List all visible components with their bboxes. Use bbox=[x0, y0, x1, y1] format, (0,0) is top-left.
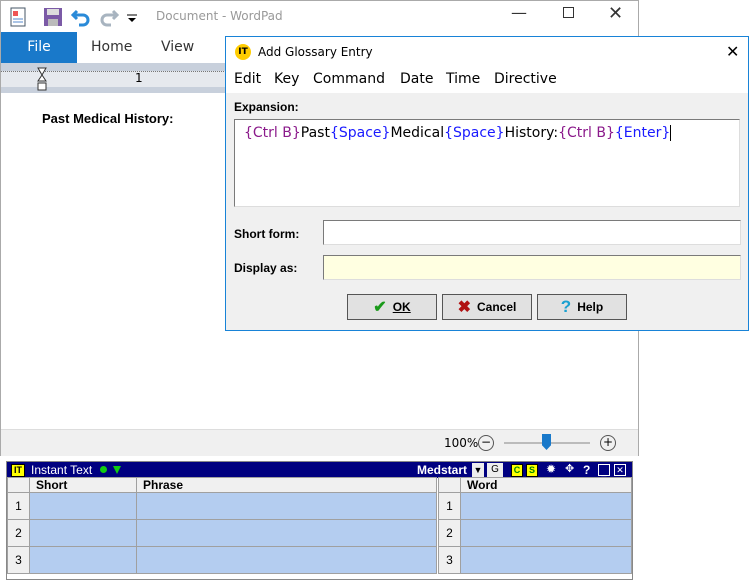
menu-date[interactable]: Date bbox=[400, 71, 433, 87]
table-row[interactable]: 1 bbox=[7, 492, 437, 520]
checkmark-icon: ✔ bbox=[373, 299, 387, 316]
expansion-token: {Ctrl B} bbox=[558, 125, 615, 141]
instant-text-title: Instant Text bbox=[31, 463, 93, 477]
c-button[interactable]: C bbox=[511, 464, 523, 477]
table-row[interactable]: 1 bbox=[438, 492, 632, 520]
expansion-input[interactable]: {Ctrl B}Past{Space}Medical{Space}History… bbox=[234, 119, 740, 207]
table-row[interactable]: 3 bbox=[438, 546, 632, 574]
x-icon: ✖ bbox=[457, 299, 472, 316]
maximize-button[interactable] bbox=[563, 7, 574, 18]
expansion-token: {Space} bbox=[329, 125, 391, 141]
column-phrase[interactable]: Phrase bbox=[136, 477, 437, 493]
window-title: Document - WordPad bbox=[156, 9, 283, 23]
glossary-dropdown-button[interactable]: ▼ bbox=[472, 463, 484, 477]
display-as-input[interactable] bbox=[323, 255, 741, 280]
cancel-button[interactable]: ✖ Cancel bbox=[442, 294, 532, 320]
menu-key[interactable]: Key bbox=[274, 71, 299, 87]
dialog-menu-bar: Edit Key Command Date Time Directive bbox=[226, 67, 748, 93]
zoom-level: 100% bbox=[444, 436, 479, 450]
wordpad-app-icon bbox=[9, 7, 29, 27]
undo-icon[interactable] bbox=[70, 7, 91, 27]
tab-file[interactable]: File bbox=[1, 32, 77, 63]
expansion-token: History: bbox=[504, 125, 559, 141]
text-caret bbox=[670, 125, 672, 141]
tab-home[interactable]: Home bbox=[77, 32, 146, 63]
zoom-slider-thumb[interactable] bbox=[542, 434, 551, 450]
instant-text-header: IT Instant Text Medstart ▼ G C S ✹ ✥ ? _… bbox=[7, 462, 632, 478]
column-word[interactable]: Word bbox=[460, 477, 632, 493]
menu-time[interactable]: Time bbox=[446, 71, 480, 87]
dialog-title: Add Glossary Entry bbox=[258, 45, 373, 59]
column-short[interactable]: Short bbox=[29, 477, 137, 493]
glossary-name: Medstart bbox=[417, 463, 468, 477]
triangle-down-icon[interactable] bbox=[113, 466, 121, 474]
instant-text-panel: IT Instant Text Medstart ▼ G C S ✹ ✥ ? _… bbox=[6, 461, 633, 580]
gear-icon[interactable]: ✹ bbox=[546, 462, 556, 476]
indent-marker-icon[interactable] bbox=[37, 67, 47, 91]
help-button[interactable]: ? bbox=[583, 463, 590, 477]
s-button[interactable]: S bbox=[526, 464, 538, 477]
menu-edit[interactable]: Edit bbox=[234, 71, 261, 87]
status-bar: 100% − + bbox=[1, 429, 638, 456]
status-dot-icon bbox=[100, 466, 107, 473]
short-form-label: Short form: bbox=[234, 227, 300, 241]
title-bar: Document - WordPad — ✕ bbox=[1, 1, 638, 33]
table-row[interactable]: 2 bbox=[438, 519, 632, 547]
close-panel-button[interactable]: ✕ bbox=[614, 464, 626, 476]
menu-directive[interactable]: Directive bbox=[494, 71, 557, 87]
dialog-close-button[interactable]: ✕ bbox=[726, 42, 739, 61]
instant-text-logo-icon: IT bbox=[235, 44, 251, 60]
instant-text-logo: IT bbox=[11, 464, 25, 477]
short-form-input[interactable] bbox=[323, 220, 741, 245]
table-row[interactable]: 3 bbox=[7, 546, 437, 574]
word-table: Word 1 2 3 bbox=[438, 477, 632, 574]
expansion-token: {Enter} bbox=[614, 125, 671, 141]
expansion-label: Expansion: bbox=[234, 100, 299, 114]
display-as-label: Display as: bbox=[234, 261, 298, 275]
expansion-token: {Ctrl B} bbox=[244, 125, 301, 141]
add-glossary-dialog: IT Add Glossary Entry ✕ Edit Key Command… bbox=[225, 36, 749, 331]
menu-command[interactable]: Command bbox=[313, 71, 385, 87]
customize-toolbar-icon[interactable] bbox=[125, 7, 145, 27]
question-icon: ? bbox=[560, 297, 572, 316]
minimize-button[interactable]: — bbox=[511, 3, 527, 22]
redo-icon[interactable] bbox=[99, 7, 120, 27]
dialog-title-bar: IT Add Glossary Entry ✕ bbox=[226, 37, 748, 67]
ruler-mark: 1 bbox=[135, 71, 143, 85]
close-button[interactable]: ✕ bbox=[608, 3, 623, 24]
ok-button[interactable]: ✔ OK bbox=[347, 294, 437, 320]
minimize-panel-button[interactable]: _ bbox=[598, 464, 610, 476]
phrase-table: Short Phrase 1 2 3 bbox=[7, 477, 437, 574]
tab-view[interactable]: View bbox=[147, 32, 208, 63]
g-button[interactable]: G bbox=[487, 463, 503, 477]
zoom-out-button[interactable]: − bbox=[478, 435, 494, 451]
move-icon[interactable]: ✥ bbox=[565, 462, 574, 475]
expansion-token: {Space} bbox=[444, 125, 505, 141]
help-button[interactable]: ? Help bbox=[537, 294, 627, 320]
expansion-token: Medical bbox=[390, 125, 445, 141]
save-icon[interactable] bbox=[43, 7, 63, 27]
document-text: Past Medical History: bbox=[42, 111, 174, 126]
zoom-in-button[interactable]: + bbox=[600, 435, 616, 451]
expansion-token: Past bbox=[300, 125, 330, 141]
table-row[interactable]: 2 bbox=[7, 519, 437, 547]
